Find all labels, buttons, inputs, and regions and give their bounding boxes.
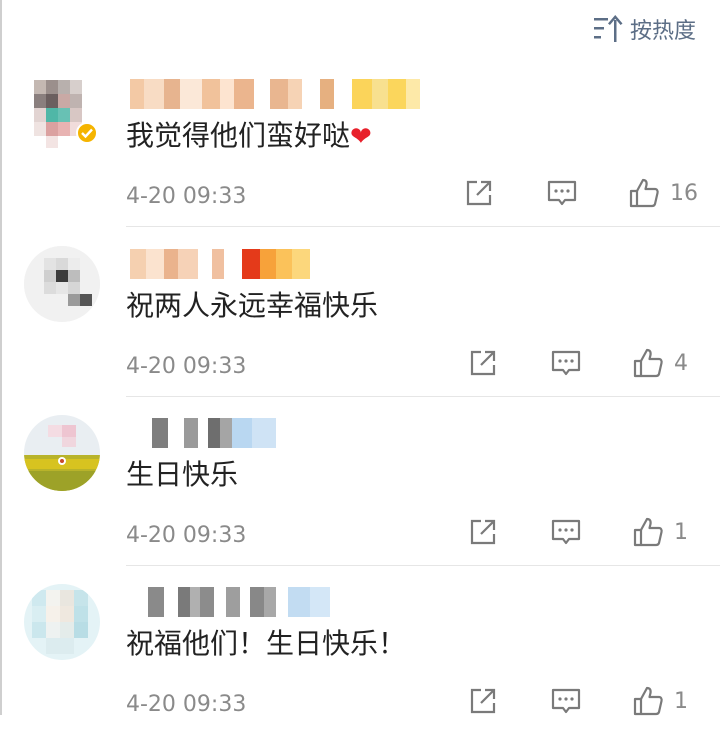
share-icon [466,180,492,206]
like-count: 1 [674,688,688,714]
forward-button[interactable] [468,512,498,552]
thumbs-up-icon [633,348,663,378]
comment-actions: 16 [464,173,698,213]
comment-body: 生日快乐 [126,458,239,491]
forward-button[interactable] [464,173,494,213]
comment-item: 我觉得他们蛮好哒❤ 4-20 09:33 16 [0,76,720,244]
comment-item: 祝福他们！生日快乐！ 4-20 09:33 1 [0,584,720,752]
comment-actions: 1 [468,512,698,552]
avatar[interactable] [24,584,100,660]
like-button[interactable]: 1 [632,512,698,552]
comment-text: 我觉得他们蛮好哒❤ [126,116,372,157]
thumbs-up-icon [633,686,663,716]
comment-actions: 4 [468,343,698,383]
forward-button[interactable] [468,681,498,721]
comment-icon [551,519,581,545]
comment-time: 4-20 09:33 [126,523,247,548]
sort-label: 按热度 [629,19,696,44]
avatar[interactable] [24,415,100,491]
comment-text: 祝福他们！生日快乐！ [126,624,406,664]
share-icon [470,519,496,545]
username-blurred[interactable] [130,249,310,279]
reply-button[interactable] [550,512,582,552]
username-blurred[interactable] [130,79,420,109]
comment-body: 我觉得他们蛮好哒 [126,119,351,152]
reply-button[interactable] [546,173,578,213]
comment-text: 祝两人永远幸福快乐 [126,286,378,326]
sort-icon [593,15,623,42]
comment-icon [547,180,577,206]
comment-actions: 1 [468,681,698,721]
comment-body: 祝两人永远幸福快乐 [126,289,379,322]
divider [126,226,720,227]
comment-item: 祝两人永远幸福快乐 4-20 09:33 4 [0,246,720,414]
comment-icon [551,688,581,714]
comment-time: 4-20 09:33 [126,692,247,717]
like-button[interactable]: 16 [628,173,698,213]
comment-body: 祝福他们！生日快乐！ [126,627,407,660]
verified-badge-icon [76,122,98,144]
comment-time: 4-20 09:33 [126,354,247,379]
comment-icon [551,350,581,376]
heart-emoji-icon: ❤ [350,122,372,152]
comment-time: 4-20 09:33 [126,184,247,209]
like-button[interactable]: 4 [632,343,698,383]
share-icon [470,688,496,714]
username-blurred[interactable] [130,418,276,448]
comment-text: 生日快乐 [126,455,238,495]
like-button[interactable]: 1 [632,681,698,721]
comment-item: 生日快乐 4-20 09:33 1 [0,415,720,583]
share-icon [470,350,496,376]
sort-by-heat-button[interactable]: 按热度 [592,14,696,44]
divider [126,565,720,566]
avatar[interactable] [24,246,100,322]
thumbs-up-icon [633,517,663,547]
reply-button[interactable] [550,681,582,721]
reply-button[interactable] [550,343,582,383]
like-count: 4 [674,350,688,376]
like-count: 16 [670,180,698,206]
thumbs-up-icon [629,178,659,208]
username-blurred[interactable] [130,587,330,617]
like-count: 1 [674,519,688,545]
divider [126,396,720,397]
forward-button[interactable] [468,343,498,383]
